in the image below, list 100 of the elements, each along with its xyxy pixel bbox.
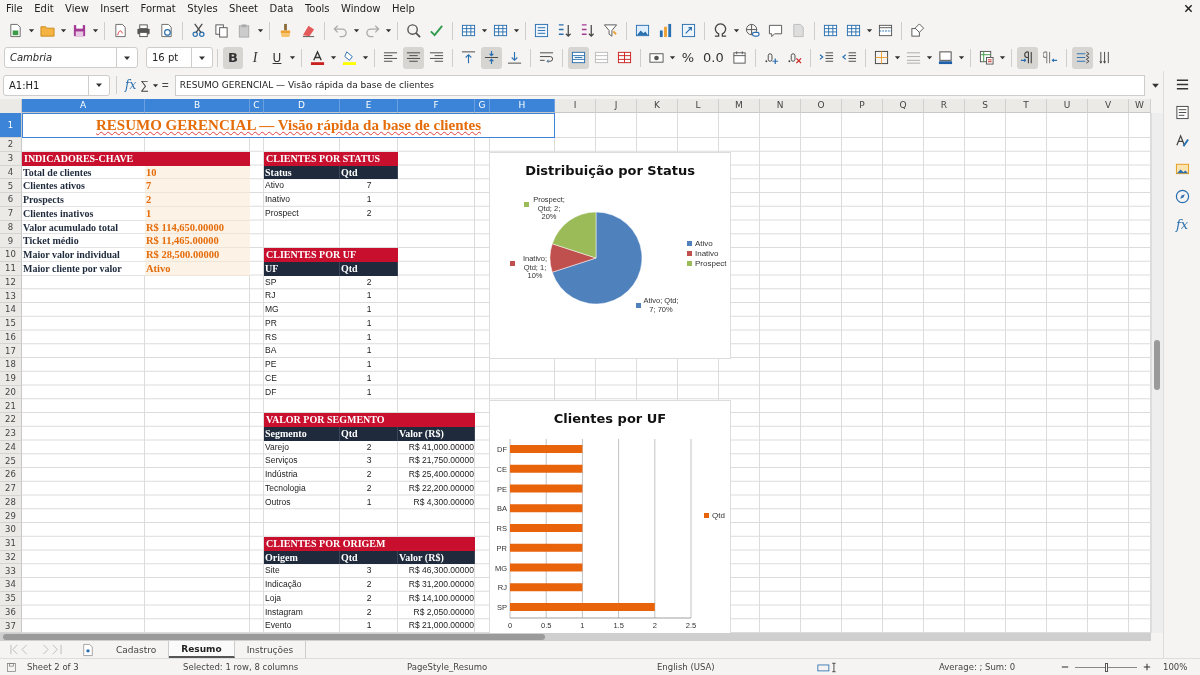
row-header[interactable]: 18 xyxy=(0,358,22,372)
column-header[interactable]: A xyxy=(22,99,145,113)
menu-icon[interactable] xyxy=(1174,77,1190,92)
column-header[interactable]: P xyxy=(842,99,883,113)
column-header[interactable]: D xyxy=(264,99,340,113)
zoom-slider-handle[interactable] xyxy=(1104,662,1108,672)
caret-icon[interactable] xyxy=(513,27,520,34)
column-header[interactable]: Q xyxy=(883,99,924,113)
caret-icon[interactable] xyxy=(289,54,296,61)
gallery-icon[interactable] xyxy=(1174,161,1190,176)
caret-icon[interactable] xyxy=(866,27,873,34)
caret-icon[interactable] xyxy=(257,27,264,34)
caret-icon[interactable] xyxy=(957,54,965,61)
caret-icon[interactable] xyxy=(925,54,933,61)
column-header[interactable]: E xyxy=(340,99,398,113)
caret-icon[interactable] xyxy=(28,27,35,34)
row-header[interactable]: 1 xyxy=(0,113,22,138)
menu-item[interactable]: Styles xyxy=(182,3,225,14)
row-header[interactable]: 22 xyxy=(0,413,22,427)
row-header[interactable]: 14 xyxy=(0,303,22,317)
row-header[interactable]: 29 xyxy=(0,509,22,523)
row-header[interactable]: 13 xyxy=(0,289,22,303)
close-icon[interactable] xyxy=(1184,4,1193,13)
menu-item[interactable]: Help xyxy=(387,3,422,14)
caret-icon[interactable] xyxy=(385,27,392,34)
menu-item[interactable]: File xyxy=(1,3,30,14)
styles-icon[interactable] xyxy=(1174,133,1190,148)
caret-icon[interactable] xyxy=(481,27,488,34)
caret-icon[interactable] xyxy=(669,54,676,61)
caret-icon[interactable] xyxy=(893,54,901,61)
menu-item[interactable]: View xyxy=(60,3,96,14)
column-header[interactable]: G xyxy=(475,99,490,113)
scrollbar-thumb[interactable] xyxy=(3,634,545,640)
name-box[interactable]: A1:H1 xyxy=(3,74,110,96)
row-header[interactable]: 10 xyxy=(0,248,22,262)
caret-icon[interactable] xyxy=(151,81,159,89)
column-header[interactable]: I xyxy=(555,99,596,113)
underline-button[interactable]: U xyxy=(267,46,287,69)
column-header[interactable]: L xyxy=(678,99,719,113)
row-header[interactable]: 6 xyxy=(0,193,22,207)
column-header[interactable]: M xyxy=(719,99,760,113)
caret-icon[interactable] xyxy=(362,54,369,61)
column-header[interactable]: C xyxy=(250,99,264,113)
formula-button[interactable]: ∑ xyxy=(138,75,151,95)
navigator-icon[interactable] xyxy=(1174,189,1190,204)
italic-button[interactable]: I xyxy=(245,46,265,69)
font-size-field[interactable]: 16 pt xyxy=(146,47,213,68)
caret-icon[interactable] xyxy=(353,27,360,34)
scrollbar-thumb[interactable] xyxy=(1154,340,1160,390)
column-header[interactable]: N xyxy=(760,99,801,113)
column-header[interactable]: W xyxy=(1129,99,1151,113)
sheet-tab[interactable]: Instruções xyxy=(234,641,307,658)
number-format-button[interactable]: 0.0 xyxy=(700,46,727,69)
row-header[interactable]: 21 xyxy=(0,399,22,413)
selection-mode-icon[interactable] xyxy=(817,661,839,673)
column-header[interactable]: R xyxy=(924,99,965,113)
column-header[interactable]: H xyxy=(490,99,555,113)
caret-icon[interactable] xyxy=(330,54,337,61)
caret-icon[interactable] xyxy=(998,54,1006,61)
column-header[interactable]: V xyxy=(1088,99,1129,113)
zoom-in-icon[interactable] xyxy=(1143,663,1151,671)
caret-icon[interactable] xyxy=(95,81,103,89)
functions-button[interactable]: fx xyxy=(1175,217,1189,232)
menu-item[interactable]: Sheet xyxy=(224,3,265,14)
formula-button[interactable]: = xyxy=(159,75,171,95)
menu-item[interactable]: Data xyxy=(264,3,300,14)
menu-item[interactable]: Format xyxy=(135,3,183,14)
caret-icon[interactable] xyxy=(92,27,99,34)
column-header[interactable]: U xyxy=(1047,99,1088,113)
column-header[interactable]: K xyxy=(637,99,678,113)
menu-item[interactable]: Insert xyxy=(95,3,136,14)
caret-icon[interactable] xyxy=(60,27,67,34)
column-header[interactable]: J xyxy=(596,99,637,113)
caret-icon[interactable] xyxy=(733,27,740,34)
sheet-tab[interactable]: Resumo xyxy=(169,641,235,658)
zoom-out-icon[interactable] xyxy=(1061,663,1069,671)
row-header[interactable]: 25 xyxy=(0,454,22,468)
row-header[interactable]: 33 xyxy=(0,564,22,578)
row-header[interactable]: 5 xyxy=(0,179,22,193)
column-header[interactable]: S xyxy=(965,99,1006,113)
row-header[interactable]: 34 xyxy=(0,578,22,592)
percent-button[interactable]: % xyxy=(678,46,698,69)
row-header[interactable]: 30 xyxy=(0,523,22,537)
left-to-right-button[interactable] xyxy=(1016,46,1038,69)
row-header[interactable]: 9 xyxy=(0,234,22,248)
formula-input[interactable]: RESUMO GERENCIAL — Visão rápida da base de clientes xyxy=(174,74,1145,96)
merge-center-button[interactable] xyxy=(568,46,589,69)
menu-item[interactable]: Window xyxy=(336,3,387,14)
properties-icon[interactable] xyxy=(1174,105,1190,120)
row-header[interactable]: 17 xyxy=(0,344,22,358)
column-header[interactable]: F xyxy=(398,99,475,113)
row-header[interactable]: 37 xyxy=(0,619,22,633)
column-header[interactable]: O xyxy=(801,99,842,113)
add-sheet-icon[interactable] xyxy=(82,642,94,657)
menu-item[interactable]: Tools xyxy=(299,3,337,14)
align-center-button[interactable] xyxy=(403,46,424,69)
row-header[interactable]: 2 xyxy=(0,138,22,152)
formula-button[interactable]: fx xyxy=(123,75,139,95)
font-name-field[interactable]: Cambria xyxy=(4,47,138,68)
row-header[interactable]: 26 xyxy=(0,468,22,482)
